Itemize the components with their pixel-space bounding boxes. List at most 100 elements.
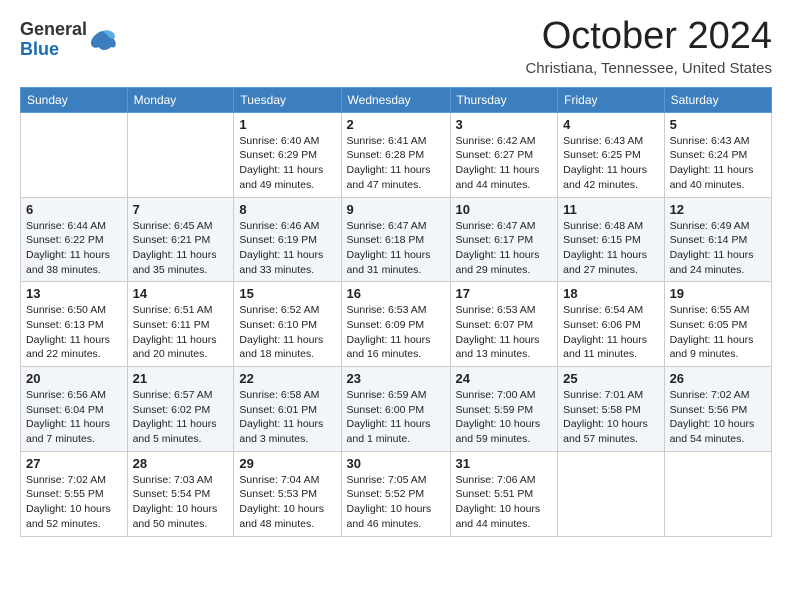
cell-info: Sunrise: 6:48 AMSunset: 6:15 PMDaylight:… [563,220,647,276]
day-number: 8 [239,202,335,217]
calendar-cell: 29 Sunrise: 7:04 AMSunset: 5:53 PMDayligh… [234,451,341,536]
calendar-cell: 2 Sunrise: 6:41 AMSunset: 6:28 PMDaylight… [341,112,450,197]
day-header-sunday: Sunday [21,87,128,112]
cell-info: Sunrise: 7:04 AMSunset: 5:53 PMDaylight:… [239,474,324,530]
day-number: 16 [347,286,445,301]
day-number: 10 [456,202,553,217]
page-header: General Blue October 2024 Christiana, Te… [20,16,772,77]
cell-info: Sunrise: 6:49 AMSunset: 6:14 PMDaylight:… [670,220,754,276]
calendar-cell: 13 Sunrise: 6:50 AMSunset: 6:13 PMDayligh… [21,282,128,367]
calendar-cell: 21 Sunrise: 6:57 AMSunset: 6:02 PMDayligh… [127,367,234,452]
calendar-week-1: 1Sunrise: 6:40 AMSunset: 6:29 PMDaylight… [21,112,772,197]
calendar-cell: 27 Sunrise: 7:02 AMSunset: 5:55 PMDayligh… [21,451,128,536]
cell-info: Sunrise: 6:46 AMSunset: 6:19 PMDaylight:… [239,220,323,276]
calendar-week-2: 6Sunrise: 6:44 AMSunset: 6:22 PMDaylight… [21,197,772,282]
calendar-cell: 24Sunrise: 7:00 AMSunset: 5:59 PMDayligh… [450,367,558,452]
cell-info: Sunrise: 6:53 AMSunset: 6:09 PMDaylight:… [347,304,431,360]
day-header-monday: Monday [127,87,234,112]
calendar-cell: 14Sunrise: 6:51 AMSunset: 6:11 PMDayligh… [127,282,234,367]
cell-info: Sunrise: 6:45 AMSunset: 6:21 PMDaylight:… [133,220,217,276]
title-block: October 2024 Christiana, Tennessee, Unit… [525,16,772,77]
day-number: 18 [563,286,658,301]
cell-info: Sunrise: 7:06 AMSunset: 5:51 PMDaylight:… [456,474,541,530]
day-number: 20 [26,371,122,386]
calendar-cell: 4 Sunrise: 6:43 AMSunset: 6:25 PMDaylight… [558,112,664,197]
day-number: 12 [670,202,766,217]
day-number: 5 [670,117,766,132]
day-number: 4 [563,117,658,132]
calendar-header: SundayMondayTuesdayWednesdayThursdayFrid… [21,87,772,112]
cell-info: Sunrise: 7:03 AMSunset: 5:54 PMDaylight:… [133,474,218,530]
day-number: 23 [347,371,445,386]
calendar-cell: 28Sunrise: 7:03 AMSunset: 5:54 PMDayligh… [127,451,234,536]
cell-info: Sunrise: 6:53 AMSunset: 6:07 PMDaylight:… [456,304,540,360]
cell-info: Sunrise: 6:43 AMSunset: 6:25 PMDaylight:… [563,135,647,191]
calendar-cell: 15 Sunrise: 6:52 AMSunset: 6:10 PMDayligh… [234,282,341,367]
logo-general-text: General [20,20,87,40]
day-number: 2 [347,117,445,132]
logo-bird-icon [89,29,117,51]
calendar-cell: 30Sunrise: 7:05 AMSunset: 5:52 PMDayligh… [341,451,450,536]
day-header-thursday: Thursday [450,87,558,112]
calendar-cell: 11Sunrise: 6:48 AMSunset: 6:15 PMDayligh… [558,197,664,282]
month-title: October 2024 [525,16,772,58]
calendar-table: SundayMondayTuesdayWednesdayThursdayFrid… [20,87,772,537]
cell-info: Sunrise: 6:47 AMSunset: 6:18 PMDaylight:… [347,220,431,276]
day-header-tuesday: Tuesday [234,87,341,112]
calendar-cell [664,451,771,536]
calendar-cell: 10Sunrise: 6:47 AMSunset: 6:17 PMDayligh… [450,197,558,282]
day-number: 22 [239,371,335,386]
cell-info: Sunrise: 6:52 AMSunset: 6:10 PMDaylight:… [239,304,323,360]
logo-blue-text: Blue [20,40,87,60]
day-number: 27 [26,456,122,471]
day-header-saturday: Saturday [664,87,771,112]
calendar-cell [558,451,664,536]
calendar-week-5: 27 Sunrise: 7:02 AMSunset: 5:55 PMDayligh… [21,451,772,536]
day-number: 15 [239,286,335,301]
cell-info: Sunrise: 6:56 AMSunset: 6:04 PMDaylight:… [26,389,110,445]
calendar-cell: 26 Sunrise: 7:02 AMSunset: 5:56 PMDayligh… [664,367,771,452]
location-subtitle: Christiana, Tennessee, United States [525,60,772,77]
calendar-cell: 6Sunrise: 6:44 AMSunset: 6:22 PMDaylight… [21,197,128,282]
cell-info: Sunrise: 6:59 AMSunset: 6:00 PMDaylight:… [347,389,431,445]
day-number: 7 [133,202,229,217]
cell-info: Sunrise: 6:44 AMSunset: 6:22 PMDaylight:… [26,220,110,276]
calendar-cell: 16 Sunrise: 6:53 AMSunset: 6:09 PMDayligh… [341,282,450,367]
cell-info: Sunrise: 6:55 AMSunset: 6:05 PMDaylight:… [670,304,754,360]
calendar-cell: 7 Sunrise: 6:45 AMSunset: 6:21 PMDaylight… [127,197,234,282]
day-header-wednesday: Wednesday [341,87,450,112]
cell-info: Sunrise: 6:50 AMSunset: 6:13 PMDaylight:… [26,304,110,360]
day-number: 3 [456,117,553,132]
cell-info: Sunrise: 6:41 AMSunset: 6:28 PMDaylight:… [347,135,431,191]
cell-info: Sunrise: 6:42 AMSunset: 6:27 PMDaylight:… [456,135,540,191]
calendar-cell: 20 Sunrise: 6:56 AMSunset: 6:04 PMDayligh… [21,367,128,452]
day-header-friday: Friday [558,87,664,112]
cell-info: Sunrise: 7:02 AMSunset: 5:55 PMDaylight:… [26,474,111,530]
calendar-cell: 22 Sunrise: 6:58 AMSunset: 6:01 PMDayligh… [234,367,341,452]
cell-info: Sunrise: 6:43 AMSunset: 6:24 PMDaylight:… [670,135,754,191]
cell-info: Sunrise: 6:58 AMSunset: 6:01 PMDaylight:… [239,389,323,445]
day-number: 26 [670,371,766,386]
calendar-cell: 9 Sunrise: 6:47 AMSunset: 6:18 PMDaylight… [341,197,450,282]
day-number: 31 [456,456,553,471]
day-number: 21 [133,371,229,386]
cell-info: Sunrise: 7:01 AMSunset: 5:58 PMDaylight:… [563,389,648,445]
calendar-cell: 3 Sunrise: 6:42 AMSunset: 6:27 PMDaylight… [450,112,558,197]
day-number: 24 [456,371,553,386]
cell-info: Sunrise: 6:57 AMSunset: 6:02 PMDaylight:… [133,389,217,445]
calendar-cell: 1Sunrise: 6:40 AMSunset: 6:29 PMDaylight… [234,112,341,197]
logo: General Blue [20,16,117,60]
calendar-cell: 12 Sunrise: 6:49 AMSunset: 6:14 PMDayligh… [664,197,771,282]
day-number: 13 [26,286,122,301]
day-number: 30 [347,456,445,471]
cell-info: Sunrise: 7:02 AMSunset: 5:56 PMDaylight:… [670,389,755,445]
day-number: 19 [670,286,766,301]
calendar-cell: 25Sunrise: 7:01 AMSunset: 5:58 PMDayligh… [558,367,664,452]
day-number: 29 [239,456,335,471]
calendar-cell: 5 Sunrise: 6:43 AMSunset: 6:24 PMDaylight… [664,112,771,197]
day-number: 1 [239,117,335,132]
calendar-cell: 17 Sunrise: 6:53 AMSunset: 6:07 PMDayligh… [450,282,558,367]
calendar-week-4: 20 Sunrise: 6:56 AMSunset: 6:04 PMDayligh… [21,367,772,452]
day-number: 9 [347,202,445,217]
day-number: 17 [456,286,553,301]
